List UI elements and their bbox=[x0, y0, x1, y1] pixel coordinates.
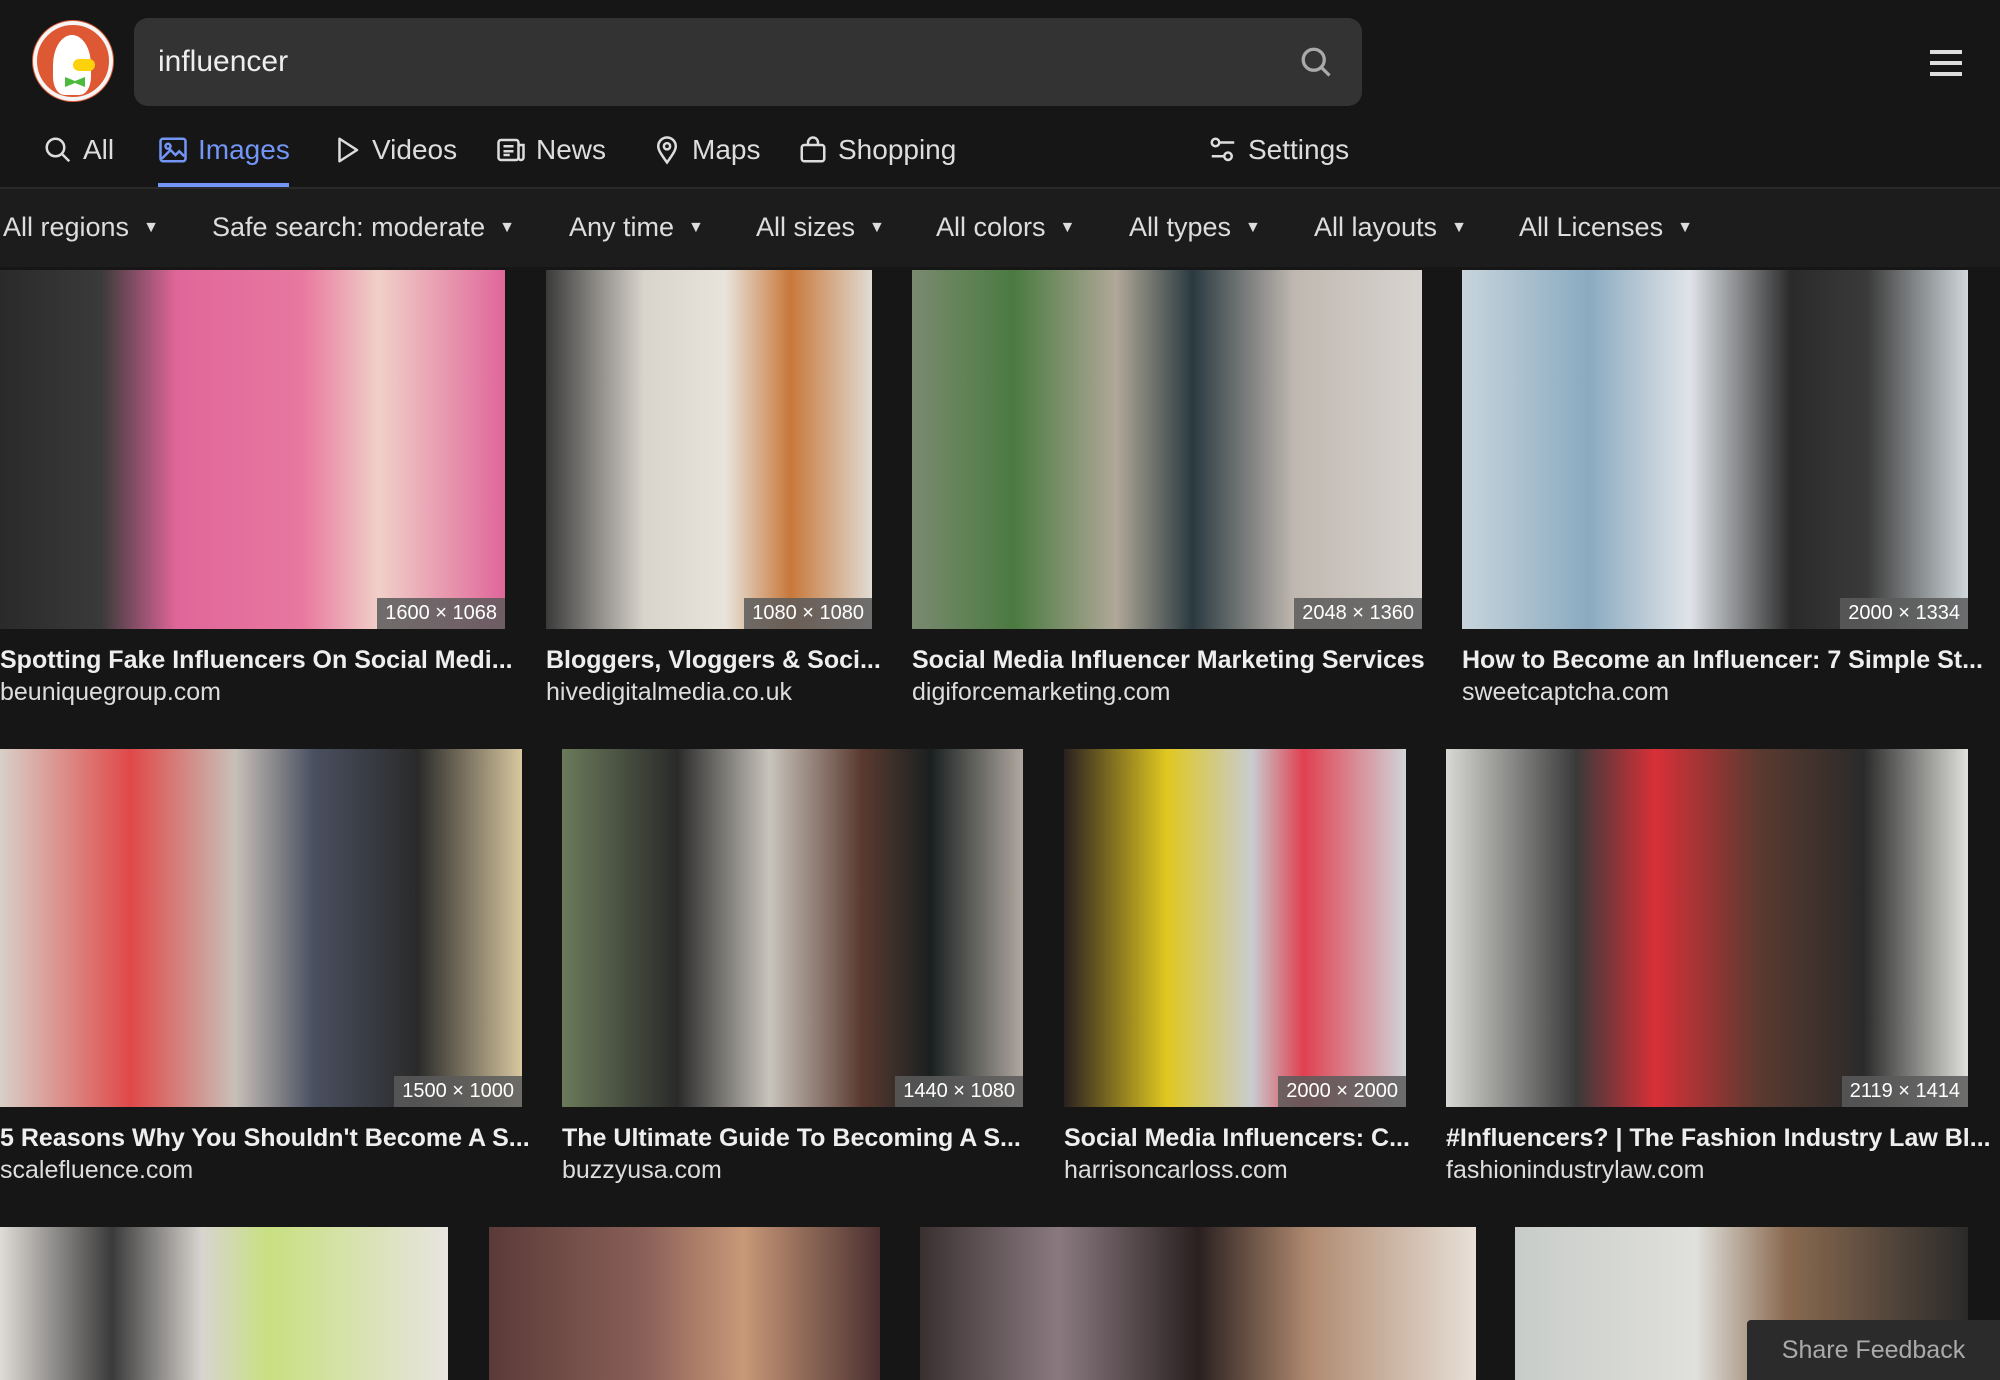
image-result[interactable]: 2000 × 2000 Social Media Influencers: C.… bbox=[1064, 749, 1410, 1189]
result-domain[interactable]: hivedigitalmedia.co.uk bbox=[546, 678, 792, 707]
result-thumbnail[interactable]: 2119 × 1414 bbox=[1446, 749, 1968, 1107]
caret-down-icon: ▼ bbox=[499, 218, 515, 236]
image-result-thumbnail[interactable] bbox=[920, 1227, 1476, 1380]
image-result[interactable]: 1080 × 1080 Bloggers, Vloggers & Soci...… bbox=[546, 270, 881, 710]
search-button[interactable] bbox=[1294, 40, 1338, 84]
image-dimensions: 1080 × 1080 bbox=[744, 598, 872, 629]
map-pin-icon bbox=[656, 136, 678, 165]
image-dimensions: 2048 × 1360 bbox=[1294, 598, 1422, 629]
tab-maps[interactable]: Maps bbox=[652, 130, 760, 170]
filter-color[interactable]: All colors ▼ bbox=[936, 212, 1075, 243]
tab-all[interactable]: All bbox=[43, 130, 114, 170]
caret-down-icon: ▼ bbox=[1677, 218, 1693, 236]
image-result[interactable]: 1440 × 1080 The Ultimate Guide To Becomi… bbox=[562, 749, 1023, 1189]
hamburger-menu-icon[interactable] bbox=[1930, 50, 1962, 76]
caret-down-icon: ▼ bbox=[1059, 218, 1076, 236]
tab-label: Maps bbox=[692, 134, 761, 165]
result-title[interactable]: Social Media Influencer Marketing Servic… bbox=[912, 646, 1425, 675]
result-thumbnail[interactable]: 2048 × 1360 bbox=[912, 270, 1422, 629]
tab-shopping[interactable]: Shopping bbox=[798, 130, 956, 170]
result-title[interactable]: Bloggers, Vloggers & Soci... bbox=[546, 646, 881, 675]
image-result[interactable]: 1500 × 1000 5 Reasons Why You Shouldn't … bbox=[0, 749, 530, 1189]
filter-label: All regions bbox=[3, 212, 130, 242]
filter-label: All types bbox=[1129, 212, 1232, 242]
caret-down-icon: ▼ bbox=[1451, 218, 1467, 236]
result-title[interactable]: Spotting Fake Influencers On Social Medi… bbox=[0, 646, 513, 675]
filter-label: All colors bbox=[936, 212, 1046, 242]
filter-type[interactable]: All types ▼ bbox=[1129, 212, 1261, 243]
shopping-bag-icon bbox=[800, 136, 826, 163]
image-result-thumbnail[interactable] bbox=[0, 1227, 448, 1380]
result-thumbnail[interactable]: 1440 × 1080 bbox=[562, 749, 1023, 1107]
image-dimensions: 2000 × 2000 bbox=[1278, 1076, 1406, 1107]
search-input[interactable] bbox=[158, 45, 1294, 79]
tab-news[interactable]: News bbox=[496, 130, 606, 170]
tab-label: Images bbox=[198, 134, 290, 165]
play-icon bbox=[338, 137, 359, 163]
tab-label: Shopping bbox=[838, 134, 957, 165]
filter-label: All layouts bbox=[1314, 212, 1438, 242]
tab-images[interactable]: Images bbox=[158, 130, 290, 170]
filter-region[interactable]: All regions ▼ bbox=[3, 212, 159, 243]
result-title[interactable]: Social Media Influencers: C... bbox=[1064, 1124, 1410, 1153]
tab-label: All bbox=[83, 134, 115, 165]
result-title[interactable]: #Influencers? | The Fashion Industry Law… bbox=[1446, 1124, 1991, 1153]
filter-label: All sizes bbox=[756, 212, 856, 242]
sliders-icon bbox=[1210, 137, 1235, 162]
result-title[interactable]: How to Become an Influencer: 7 Simple St… bbox=[1462, 646, 1983, 675]
duckduckgo-logo[interactable] bbox=[33, 21, 113, 101]
image-dimensions: 2000 × 1334 bbox=[1840, 598, 1968, 629]
settings-label: Settings bbox=[1248, 134, 1350, 165]
filter-time[interactable]: Any time ▼ bbox=[569, 212, 704, 243]
filter-license[interactable]: All Licenses ▼ bbox=[1519, 212, 1693, 243]
filter-label: All Licenses bbox=[1519, 212, 1664, 242]
result-domain[interactable]: buzzyusa.com bbox=[562, 1156, 722, 1185]
result-title[interactable]: The Ultimate Guide To Becoming A S... bbox=[562, 1124, 1021, 1153]
result-domain[interactable]: digiforcemarketing.com bbox=[912, 678, 1170, 707]
settings-button[interactable]: Settings bbox=[1208, 130, 1349, 170]
image-result-thumbnail[interactable] bbox=[489, 1227, 880, 1380]
result-domain[interactable]: beuniquegroup.com bbox=[0, 678, 221, 707]
result-thumbnail[interactable]: 1600 × 1068 bbox=[0, 270, 505, 629]
search-icon bbox=[45, 137, 71, 163]
filter-label: Safe search: moderate bbox=[212, 212, 486, 242]
share-feedback-button[interactable]: Share Feedback bbox=[1747, 1320, 2000, 1380]
result-thumbnail[interactable]: 2000 × 2000 bbox=[1064, 749, 1406, 1107]
filter-size[interactable]: All sizes ▼ bbox=[756, 212, 885, 243]
result-thumbnail[interactable]: 2000 × 1334 bbox=[1462, 270, 1968, 629]
duck-beak bbox=[73, 59, 95, 71]
result-domain[interactable]: sweetcaptcha.com bbox=[1462, 678, 1669, 707]
result-domain[interactable]: harrisoncarloss.com bbox=[1064, 1156, 1288, 1185]
tab-label: Videos bbox=[372, 134, 458, 165]
image-result[interactable]: 2048 × 1360 Social Media Influencer Mark… bbox=[912, 270, 1425, 710]
image-dimensions: 2119 × 1414 bbox=[1841, 1076, 1968, 1107]
caret-down-icon: ▼ bbox=[869, 218, 885, 236]
newspaper-icon bbox=[497, 138, 525, 162]
tab-label: News bbox=[536, 134, 607, 165]
image-result[interactable]: 2119 × 1414 #Influencers? | The Fashion … bbox=[1446, 749, 1991, 1189]
image-dimensions: 1500 × 1000 bbox=[394, 1076, 522, 1107]
image-dimensions: 1440 × 1080 bbox=[895, 1076, 1023, 1107]
result-domain[interactable]: fashionindustrylaw.com bbox=[1446, 1156, 1704, 1185]
image-result[interactable]: 1600 × 1068 Spotting Fake Influencers On… bbox=[0, 270, 513, 710]
search-icon bbox=[1301, 47, 1331, 77]
filter-layout[interactable]: All layouts ▼ bbox=[1314, 212, 1467, 243]
image-dimensions: 1600 × 1068 bbox=[377, 598, 505, 629]
caret-down-icon: ▼ bbox=[688, 218, 704, 236]
search-bar bbox=[134, 18, 1362, 106]
caret-down-icon: ▼ bbox=[143, 218, 159, 236]
image-result[interactable]: 2000 × 1334 How to Become an Influencer:… bbox=[1462, 270, 1983, 710]
image-icon bbox=[159, 137, 187, 163]
filter-label: Any time bbox=[569, 212, 675, 242]
caret-down-icon: ▼ bbox=[1245, 218, 1261, 236]
tab-videos[interactable]: Videos bbox=[332, 130, 457, 170]
result-title[interactable]: 5 Reasons Why You Shouldn't Become A S..… bbox=[0, 1124, 530, 1153]
result-domain[interactable]: scalefluence.com bbox=[0, 1156, 193, 1185]
result-thumbnail[interactable]: 1500 × 1000 bbox=[0, 749, 522, 1107]
filter-safe-search[interactable]: Safe search: moderate ▼ bbox=[212, 212, 515, 243]
result-thumbnail[interactable]: 1080 × 1080 bbox=[546, 270, 872, 629]
